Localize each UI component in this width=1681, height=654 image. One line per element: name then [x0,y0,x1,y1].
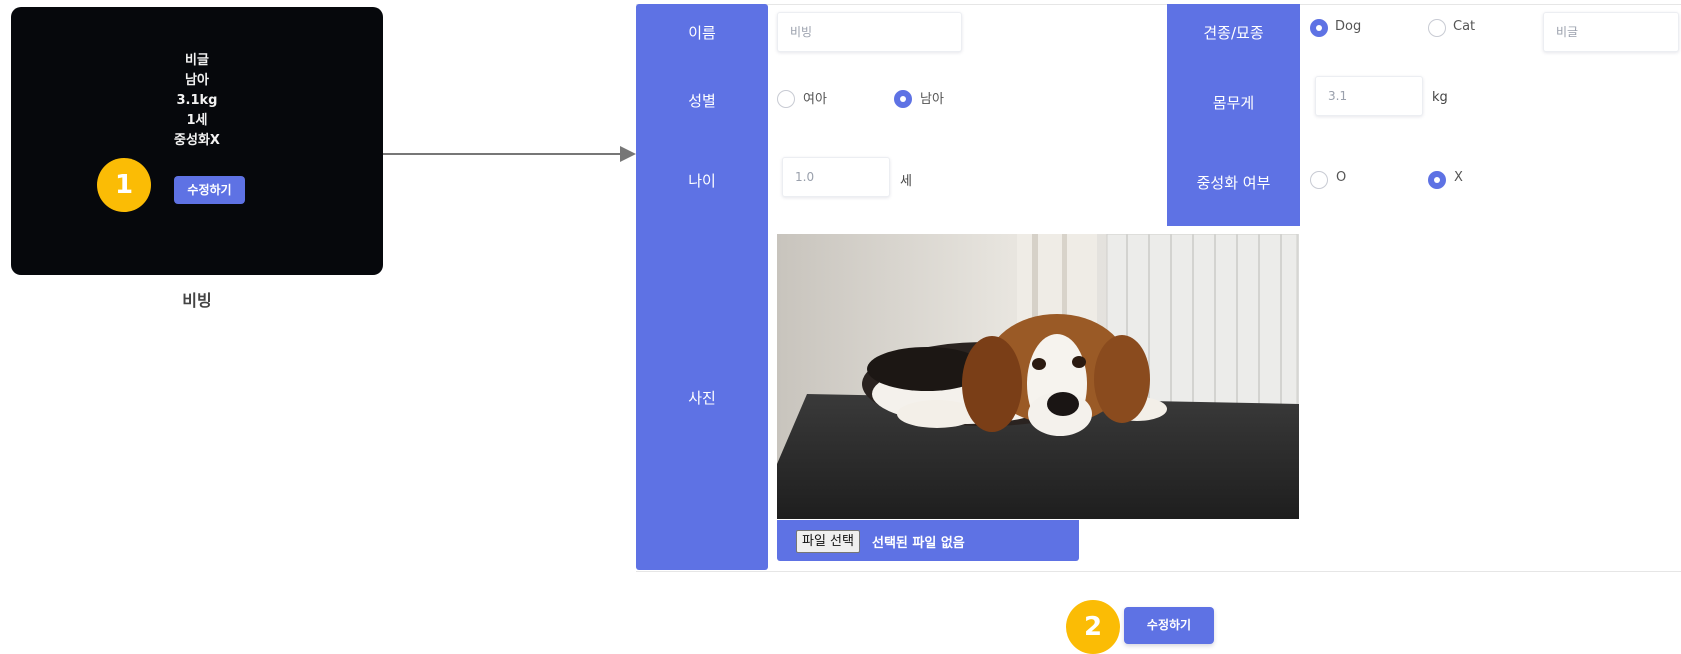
label-breed: 견종/묘종 [1203,24,1264,42]
gender-label-female: 여아 [803,92,827,107]
species-radio-dog[interactable] [1310,19,1328,37]
neutered-radio-yes[interactable] [1310,171,1328,189]
neutered-label-yes: O [1336,170,1347,185]
pet-age-text: 1세 [186,113,208,128]
label-weight: 몸무게 [1212,94,1255,112]
pet-breed-text: 비글 [185,53,209,68]
weight-input[interactable]: 3.1 [1315,76,1423,116]
beagle-photo-illustration [777,234,1299,519]
label-neutered: 중성화 여부 [1196,174,1271,192]
gender-radio-male[interactable] [894,90,912,108]
age-unit: 세 [900,174,912,189]
label-age: 나이 [688,172,716,190]
file-chooser-bar: 파일 선택 선택된 파일 없음 [777,520,1079,561]
age-input[interactable]: 1.0 [782,157,890,197]
card-edit-button[interactable]: 수정하기 [174,176,245,204]
weight-unit: kg [1432,90,1448,105]
label-photo: 사진 [688,389,716,407]
breed-input[interactable]: 비글 [1543,12,1679,52]
pet-neutered-text: 중성화X [174,133,220,148]
species-radio-cat[interactable] [1428,19,1446,37]
species-label-cat: Cat [1453,19,1476,34]
pet-gender-text: 남아 [185,73,209,88]
flow-arrow-line [383,153,623,155]
file-status-text: 선택된 파일 없음 [872,536,965,551]
flow-arrow-head-icon [620,146,636,162]
neutered-label-no: X [1454,170,1463,185]
gender-radio-female[interactable] [777,90,795,108]
pet-weight-text: 3.1kg [176,93,218,108]
pet-photo [777,234,1299,519]
label-name: 이름 [688,24,716,42]
species-label-dog: Dog [1335,19,1362,34]
pet-name: 비빙 [182,291,212,310]
name-input[interactable]: 비빙 [777,12,962,52]
step-badge-1: 1 [97,158,151,212]
label-gender: 성별 [688,92,716,110]
submit-edit-button[interactable]: 수정하기 [1124,607,1214,644]
neutered-radio-no[interactable] [1428,171,1446,189]
step-badge-2: 2 [1066,600,1120,654]
pet-info: 비글 남아 3.1kg 1세 중성화X [11,51,383,151]
file-select-button[interactable]: 파일 선택 [796,530,860,553]
form-label-column [636,4,768,570]
gender-label-male: 남아 [920,92,944,107]
pet-card: 비글 남아 3.1kg 1세 중성화X 수정하기 [11,7,383,275]
